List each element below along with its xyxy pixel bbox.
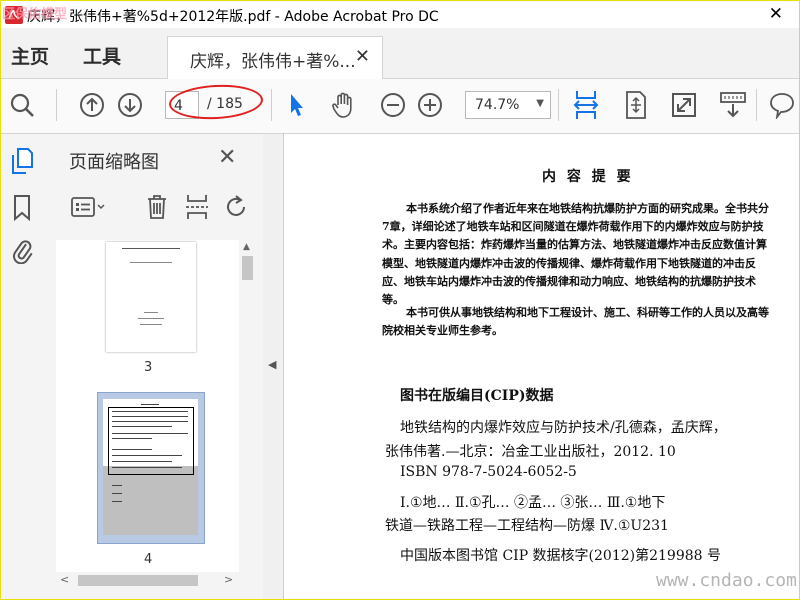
rotate-icon[interactable] (222, 192, 252, 222)
thumbnail-page-3[interactable] (106, 242, 196, 352)
thumbnail-vertical-scrollbar[interactable]: ▲ (239, 240, 256, 572)
toolbar-divider (56, 89, 57, 121)
title-bar: 庆辉，张伟伟+著%5d+2012年版.pdf - Adobe Acrobat P… (1, 1, 799, 28)
thumbnail-panel: 页面缩略图 ✕ 3 4 ▲ < > (44, 134, 264, 599)
cip-title: 图书在版编目(CIP)数据 (400, 388, 554, 404)
document-viewport[interactable]: 内 容 提 要 本书系统介绍了作者近年来在地铁结构抗爆防护方面的研究成果。全书共… (284, 134, 799, 599)
panel-splitter[interactable]: ◀ (263, 134, 284, 599)
comment-icon[interactable] (767, 90, 797, 120)
extract-icon[interactable] (182, 192, 212, 222)
page-up-icon[interactable] (77, 90, 107, 120)
tab-document-label: 庆辉，张伟伟+著%... (190, 52, 356, 72)
toolbar-divider (271, 89, 272, 121)
page-down-icon[interactable] (115, 90, 145, 120)
document-page: 内 容 提 要 本书系统介绍了作者近年来在地铁结构抗爆防护方面的研究成果。全书共… (284, 134, 799, 599)
toolbar-divider (558, 89, 559, 121)
watermark-bottom: www.cndao.com (656, 570, 797, 591)
scroll-right-icon[interactable]: > (224, 573, 233, 586)
cip-line: 铁道—铁路工程—工程结构—防爆 Ⅳ.①U231 (385, 518, 669, 534)
tab-close-icon[interactable]: ✕ (355, 46, 370, 67)
scroll-mode-icon[interactable] (718, 90, 748, 120)
scrollbar-thumb[interactable] (78, 575, 198, 586)
full-page-icon[interactable] (621, 90, 651, 120)
summary-heading: 内 容 提 要 (542, 169, 634, 185)
options-menu-icon[interactable] (70, 192, 110, 222)
thumbnail-horizontal-scrollbar[interactable]: < > (56, 572, 239, 589)
fit-width-icon[interactable] (571, 90, 601, 120)
summary-paragraph-2: 本书可供从事地铁结构和地下工程设计、施工、科研等工作的人员以及高等院校相关专业师… (382, 306, 769, 338)
panel-close-icon[interactable]: ✕ (218, 145, 236, 170)
tab-home[interactable]: 主页 (11, 42, 49, 69)
window-title: 庆辉，张伟伟+著%5d+2012年版.pdf - Adobe Acrobat P… (27, 9, 439, 25)
zoom-out-icon[interactable] (378, 90, 408, 120)
toolbar: 4 / 185 74.7% ▼ (1, 79, 799, 134)
left-rail (1, 134, 45, 599)
pages-icon[interactable] (9, 146, 35, 176)
cip-line: 中国版本图书馆 CIP 数据核字(2012)第219988 号 (400, 548, 722, 564)
summary-paragraph-1: 本书系统介绍了作者近年来在地铁结构抗爆防护方面的研究成果。全书共分7章，详细论述… (382, 202, 769, 307)
thumbnail-page-4 (103, 399, 198, 535)
select-arrow-icon[interactable] (281, 90, 311, 120)
cip-line: 地铁结构的内爆炸效应与防护技术/孔德森，孟庆辉， (400, 420, 727, 436)
scroll-up-icon[interactable]: ▲ (243, 242, 250, 252)
watermark-top: 区保佑模型 (2, 7, 68, 22)
window-close-icon[interactable]: ✕ (769, 4, 783, 24)
fullscreen-icon[interactable] (669, 90, 699, 120)
scroll-left-icon[interactable]: < (60, 573, 69, 586)
tab-bar: 主页 工具 庆辉，张伟伟+著%... ✕ (1, 28, 799, 79)
zoom-value: 74.7% (475, 97, 520, 113)
attachment-icon[interactable] (9, 235, 35, 265)
thumbnail-page-number: 4 (144, 552, 153, 567)
cip-line: Ⅰ.①地… Ⅱ.①孔… ②孟… ③张… Ⅲ.①地下 (400, 495, 666, 511)
chevron-down-icon: ▼ (536, 98, 544, 109)
trash-icon[interactable] (142, 192, 172, 222)
collapse-panel-icon[interactable]: ◀ (268, 358, 276, 371)
zoom-select[interactable]: 74.7% ▼ (465, 91, 551, 119)
search-icon[interactable] (7, 90, 37, 120)
cip-line: ISBN 978-7-5024-6052-5 (400, 464, 577, 480)
panel-toolbar (44, 184, 263, 240)
zoom-in-icon[interactable] (415, 90, 445, 120)
hand-icon[interactable] (329, 90, 359, 120)
panel-title: 页面缩略图 (69, 152, 159, 173)
thumbnail-page-4-selected[interactable] (97, 392, 205, 544)
toolbar-divider (756, 89, 757, 121)
scrollbar-thumb[interactable] (242, 256, 253, 280)
cip-line: 张伟伟著.—北京：冶金工业出版社，2012. 10 (385, 444, 676, 460)
tab-document[interactable]: 庆辉，张伟伟+著%... ✕ (167, 36, 383, 79)
thumbnail-page-number: 3 (144, 360, 153, 375)
tab-tools[interactable]: 工具 (83, 42, 121, 69)
bookmark-icon[interactable] (9, 193, 35, 223)
thumbnail-list: 3 4 (56, 240, 239, 572)
